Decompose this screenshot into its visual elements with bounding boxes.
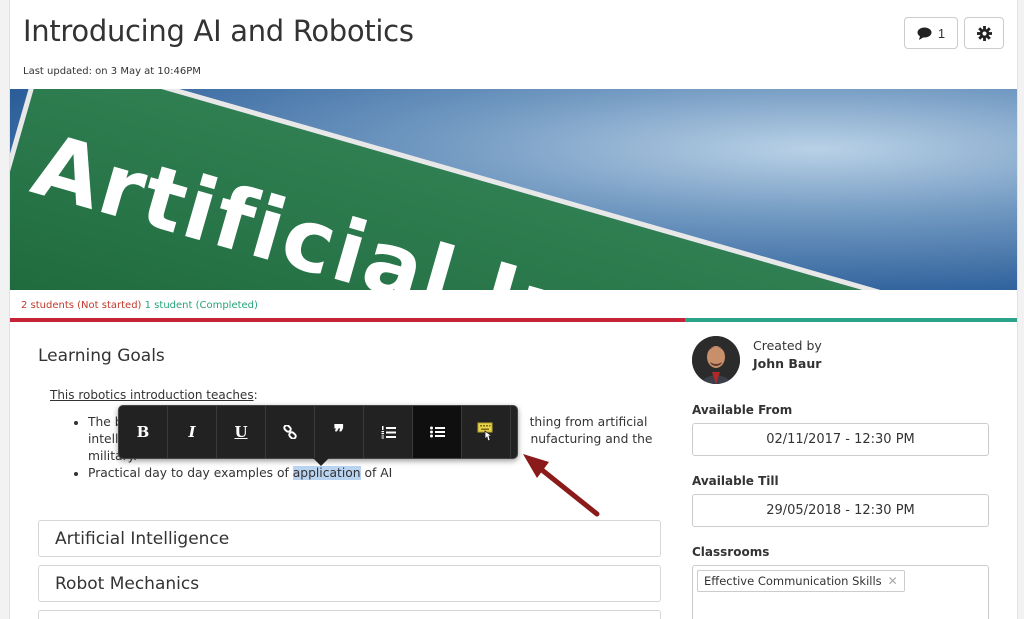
- section-artificial-intelligence[interactable]: Artificial Intelligence: [38, 520, 661, 557]
- learning-goals-heading: Learning Goals: [38, 346, 165, 366]
- avatar-portrait: [692, 336, 740, 384]
- classroom-chip[interactable]: Effective Communication Skills ✕: [697, 570, 905, 592]
- ordered-list-button[interactable]: [364, 406, 413, 458]
- close-icon[interactable]: ✕: [888, 574, 898, 588]
- link-button[interactable]: [266, 406, 315, 458]
- section-robot-mechanics[interactable]: Robot Mechanics: [38, 565, 661, 602]
- bold-button[interactable]: B: [119, 406, 168, 458]
- progress-not-started: [10, 318, 685, 322]
- italic-button[interactable]: I: [168, 406, 217, 458]
- underline-label: U: [234, 423, 248, 441]
- classrooms-input[interactable]: Effective Communication Skills ✕: [692, 565, 989, 619]
- created-by-label: Created by: [753, 338, 822, 353]
- comment-icon: [917, 27, 932, 40]
- bullet1-part-b: thing from artificial: [529, 415, 648, 429]
- text-format-toolbar: B I U ❞: [118, 405, 518, 466]
- intro-suffix: :: [253, 388, 258, 402]
- status-not-started[interactable]: 2 students (Not started): [21, 300, 141, 311]
- last-updated: Last updated: on 3 May at 10:46PM: [23, 66, 201, 77]
- bullet2-post: of AI: [360, 466, 393, 480]
- link-icon: [283, 425, 297, 439]
- available-till-label: Available Till: [692, 474, 779, 488]
- keyboard-icon: [477, 422, 494, 442]
- page-title: Introducing AI and Robotics: [23, 14, 414, 48]
- available-from-label: Available From: [692, 403, 793, 417]
- comment-count: 1: [937, 25, 946, 41]
- toolbar-pointer: [313, 458, 329, 466]
- page-card: Introducing AI and Robotics Last updated…: [9, 0, 1018, 619]
- available-till-input[interactable]: 29/05/2018 - 12:30 PM: [692, 494, 989, 527]
- intro-text[interactable]: This robotics introduction teaches:: [50, 388, 258, 402]
- unordered-list-button[interactable]: [413, 406, 462, 458]
- section-next[interactable]: [38, 610, 661, 619]
- intro-underlined: This robotics introduction teaches: [50, 388, 254, 402]
- ordered-list-icon: [381, 425, 396, 438]
- bullet2-pre: Practical day to day examples of: [88, 466, 293, 480]
- bold-label: B: [136, 423, 150, 441]
- student-status: 2 students (Not started) 1 student (Comp…: [21, 300, 258, 311]
- hero-image: Artificial Intelligen: [10, 89, 1017, 290]
- available-from-input[interactable]: 02/11/2017 - 12:30 PM: [692, 423, 989, 456]
- italic-label: I: [188, 423, 196, 441]
- quote-icon: ❞: [333, 420, 345, 444]
- unordered-list-icon: [429, 426, 445, 438]
- classrooms-label: Classrooms: [692, 545, 770, 559]
- settings-button[interactable]: [964, 17, 1004, 49]
- quote-button[interactable]: ❞: [315, 406, 364, 458]
- avatar: [692, 336, 740, 384]
- gear-icon: [976, 25, 992, 41]
- annotation-arrow: [523, 454, 600, 517]
- keyboard-button[interactable]: [462, 406, 511, 458]
- underline-button[interactable]: U: [217, 406, 266, 458]
- status-completed[interactable]: 1 student (Completed): [145, 300, 258, 311]
- bullet1-part-d: nufacturing and the: [530, 432, 653, 446]
- progress-bar: [10, 318, 1017, 322]
- comments-button[interactable]: 1: [904, 17, 958, 49]
- bullet1-part-c: intell: [88, 432, 119, 446]
- classroom-chip-label: Effective Communication Skills: [704, 574, 882, 588]
- selected-text[interactable]: application: [292, 466, 361, 480]
- creator-name[interactable]: John Baur: [753, 356, 821, 371]
- progress-completed: [684, 318, 1017, 322]
